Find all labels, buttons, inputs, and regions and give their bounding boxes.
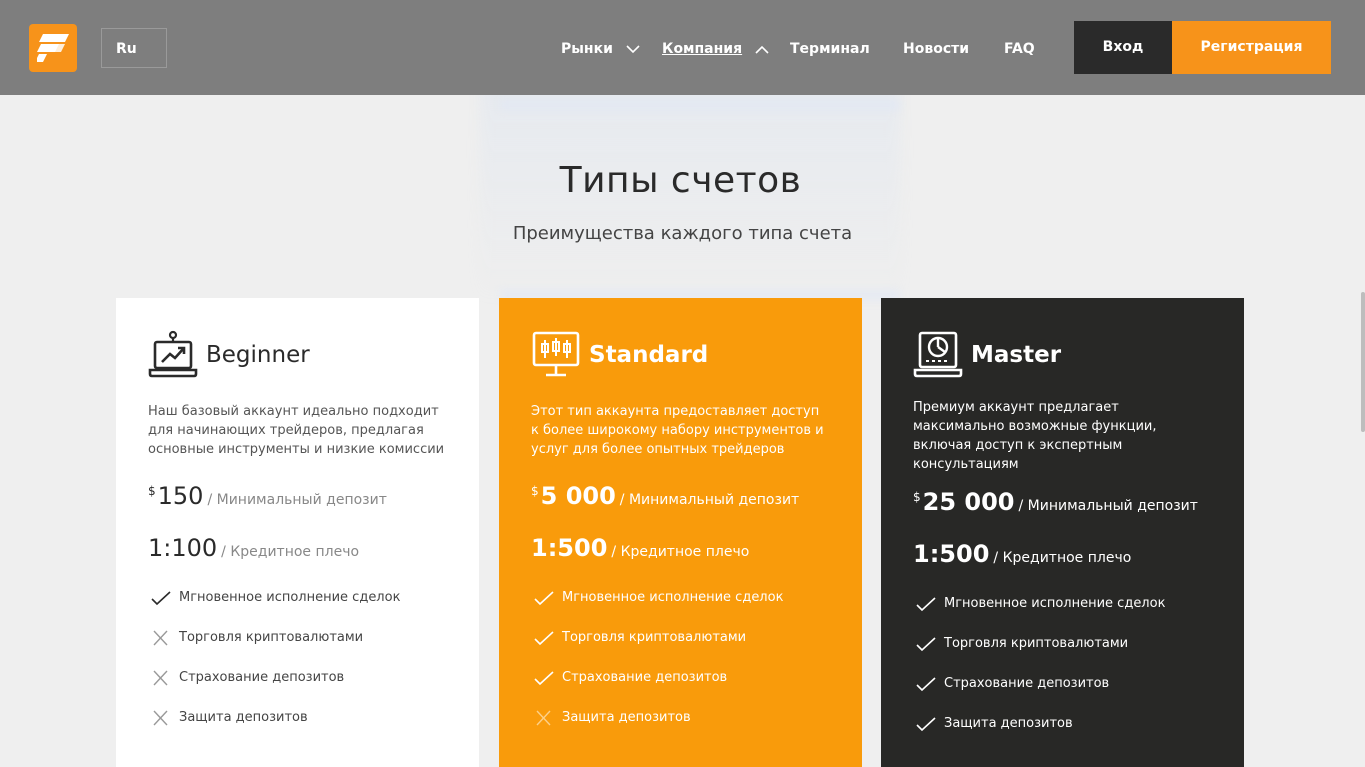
feature-label: Страхование депозитов: [944, 676, 1110, 691]
logo-icon: [37, 34, 69, 62]
nav-label: Компания: [662, 41, 743, 57]
login-button[interactable]: Вход: [1074, 21, 1172, 74]
cross-icon: [536, 710, 551, 726]
cross-icon: [153, 630, 168, 646]
list-item: Мгновенное исполнение сделок: [531, 590, 830, 630]
feature-label: Защита депозитов: [944, 716, 1073, 731]
leverage-label: / Кредитное плечо: [611, 544, 750, 560]
leverage-value: 1:500: [531, 534, 608, 562]
currency-symbol: $: [148, 484, 156, 498]
feature-label: Торговля криптовалютами: [562, 630, 747, 645]
leverage: 1:500/ Кредитное плечо: [913, 540, 1212, 580]
account-card-master: Master Премиум аккаунт предлагает максим…: [881, 298, 1244, 767]
currency-symbol: $: [531, 484, 539, 498]
language-selector[interactable]: Ru: [101, 28, 167, 68]
feature-label: Защита депозитов: [562, 710, 691, 725]
list-item: Страхование депозитов: [531, 670, 830, 710]
leverage: 1:100/ Кредитное плечо: [148, 534, 447, 574]
feature-list: Мгновенное исполнение сделок Торговля кр…: [913, 596, 1212, 756]
page-scrollbar[interactable]: [1361, 292, 1365, 432]
feature-label: Мгновенное исполнение сделок: [562, 590, 784, 605]
laptop-pie-chart-icon: [913, 331, 963, 378]
leverage-value: 1:500: [913, 540, 990, 568]
laptop-chart-icon: [148, 330, 198, 378]
check-icon: [534, 671, 554, 686]
leverage-label: / Кредитное плечо: [221, 544, 360, 560]
currency-symbol: $: [913, 490, 921, 504]
nav-item-company[interactable]: Компания: [662, 40, 769, 58]
deposit-value: 5 000: [540, 482, 616, 510]
nav-label: FAQ: [1004, 41, 1035, 57]
feature-label: Торговля криптовалютами: [944, 636, 1129, 651]
check-icon: [534, 631, 554, 646]
account-card-standard: Standard Этот тип аккаунта предоставляет…: [499, 298, 862, 767]
nav-item-terminal[interactable]: Терминал: [790, 40, 870, 58]
card-header: Standard: [531, 328, 830, 382]
feature-label: Страхование депозитов: [179, 670, 345, 685]
feature-label: Страхование депозитов: [562, 670, 728, 685]
list-item: Защита депозитов: [148, 710, 447, 750]
nav-item-markets[interactable]: Рынки: [561, 40, 640, 58]
check-icon: [534, 591, 554, 606]
chevron-down-icon: [626, 44, 640, 53]
cross-icon: [153, 670, 168, 686]
min-deposit: $150/ Минимальный депозит: [148, 482, 447, 520]
logo[interactable]: [29, 24, 77, 72]
leverage: 1:500/ Кредитное плечо: [531, 534, 830, 574]
card-description: Этот тип аккаунта предоставляет доступ к…: [531, 404, 824, 457]
leverage-label: / Кредитное плечо: [993, 550, 1132, 566]
check-icon: [916, 677, 936, 692]
deposit-label: / Минимальный депозит: [1018, 498, 1198, 514]
list-item: Торговля криптовалютами: [913, 636, 1212, 676]
card-title: Master: [971, 342, 1062, 368]
feature-list: Мгновенное исполнение сделок Торговля кр…: [148, 590, 447, 750]
list-item: Страхование депозитов: [913, 676, 1212, 716]
check-icon: [916, 637, 936, 652]
section-subtitle: Преимущества каждого типа счета: [512, 223, 853, 244]
feature-label: Мгновенное исполнение сделок: [944, 596, 1166, 611]
feature-label: Мгновенное исполнение сделок: [179, 590, 401, 605]
card-title: Beginner: [206, 342, 310, 368]
section-title: Типы счетов: [559, 160, 802, 201]
deposit-label: / Минимальный депозит: [207, 492, 387, 508]
account-card-beginner: Beginner Наш базовый аккаунт идеально по…: [116, 298, 479, 767]
register-button[interactable]: Регистрация: [1172, 21, 1331, 74]
nav-label: Рынки: [561, 41, 613, 57]
nav-label: Терминал: [790, 41, 870, 57]
list-item: Защита депозитов: [913, 716, 1212, 756]
deposit-label: / Минимальный депозит: [619, 492, 800, 508]
card-description: Премиум аккаунт предлагает максимально в…: [913, 400, 1157, 472]
list-item: Мгновенное исполнение сделок: [913, 596, 1212, 636]
list-item: Торговля криптовалютами: [531, 630, 830, 670]
list-item: Защита депозитов: [531, 710, 830, 750]
nav-item-faq[interactable]: FAQ: [1004, 40, 1035, 58]
site-header: Ru Рынки Компания Терминал Новости FAQ В…: [0, 0, 1365, 95]
nav-label: Новости: [903, 41, 970, 57]
check-icon: [151, 591, 171, 606]
card-description: Наш базовый аккаунт идеально подходит дл…: [148, 404, 445, 457]
min-deposit: $5 000/ Минимальный депозит: [531, 482, 830, 520]
feature-list: Мгновенное исполнение сделок Торговля кр…: [531, 590, 830, 750]
list-item: Страхование депозитов: [148, 670, 447, 710]
deposit-value: 25 000: [922, 488, 1015, 516]
check-icon: [916, 717, 936, 732]
list-item: Мгновенное исполнение сделок: [148, 590, 447, 630]
feature-label: Торговля криптовалютами: [179, 630, 364, 645]
card-title: Standard: [589, 342, 709, 368]
card-header: Master: [913, 328, 1212, 382]
nav-item-news[interactable]: Новости: [903, 40, 969, 58]
monitor-candles-icon: [532, 331, 580, 377]
list-item: Торговля криптовалютами: [148, 630, 447, 670]
check-icon: [916, 597, 936, 612]
cross-icon: [153, 710, 168, 726]
min-deposit: $25 000/ Минимальный депозит: [913, 488, 1212, 526]
card-header: Beginner: [148, 328, 447, 382]
chevron-up-icon: [755, 45, 769, 54]
feature-label: Защита депозитов: [179, 710, 308, 725]
leverage-value: 1:100: [148, 534, 218, 562]
deposit-value: 150: [157, 482, 204, 510]
